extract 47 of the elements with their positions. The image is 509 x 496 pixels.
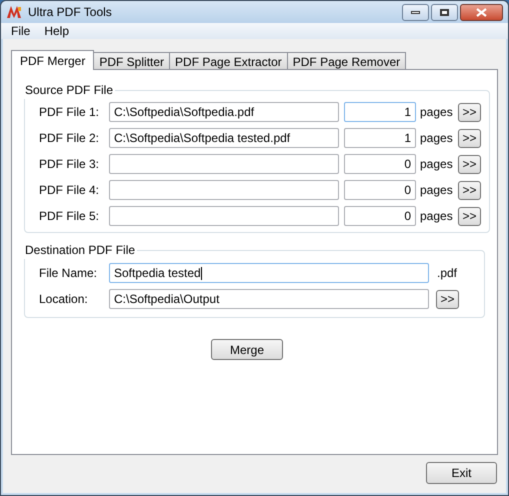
tab[interactable]: PDF Splitter — [93, 52, 170, 69]
field-label: PDF File 2: — [38, 130, 100, 147]
pages-label: pages — [420, 130, 454, 147]
field-label: PDF File 5: — [38, 208, 100, 225]
maximize-button[interactable] — [431, 4, 458, 20]
field-label: Location: — [38, 291, 89, 308]
page-count-field[interactable]: 1 — [344, 102, 416, 122]
field-label: File Name: — [38, 265, 98, 282]
close-button[interactable] — [460, 4, 503, 20]
location-field[interactable]: C:\Softpedia\Output — [109, 289, 429, 309]
browse-button[interactable]: >> — [458, 154, 481, 174]
pages-label: pages — [420, 182, 454, 199]
browse-button[interactable]: >> — [458, 206, 481, 226]
page-count-field[interactable]: 0 — [344, 154, 416, 174]
browse-button[interactable]: >> — [436, 290, 459, 308]
exit-button[interactable]: Exit — [426, 462, 497, 484]
file-path-field[interactable]: C:\Softpedia\Softpedia.pdf — [109, 102, 339, 122]
page-count-field[interactable]: 0 — [344, 206, 416, 226]
window-title: Ultra PDF Tools — [28, 4, 112, 21]
pages-label: pages — [420, 104, 454, 121]
field-label: PDF File 3: — [38, 156, 100, 173]
minimize-button[interactable] — [402, 4, 429, 20]
file-path-field[interactable] — [109, 206, 339, 226]
file-path-field[interactable] — [109, 180, 339, 200]
file-path-field[interactable]: C:\Softpedia\Softpedia tested.pdf — [109, 128, 339, 148]
field-label: PDF File 4: — [38, 182, 100, 199]
file-path-field[interactable] — [109, 154, 339, 174]
merge-button[interactable]: Merge — [211, 339, 283, 360]
group-title: Destination PDF File — [24, 242, 136, 259]
field-label: PDF File 1: — [38, 104, 100, 121]
tab[interactable]: PDF Page Remover — [286, 52, 406, 69]
close-icon — [476, 8, 487, 16]
browse-button[interactable]: >> — [458, 180, 481, 200]
tab[interactable]: PDF Page Extractor — [169, 52, 288, 69]
app-logo-icon — [6, 5, 22, 19]
tab[interactable]: PDF Merger — [11, 50, 94, 70]
extension-label: .pdf — [437, 265, 458, 282]
menu-item[interactable]: Help — [44, 22, 70, 40]
page-count-field[interactable]: 0 — [344, 180, 416, 200]
browse-button[interactable]: >> — [458, 102, 481, 122]
pages-label: pages — [420, 156, 454, 173]
pages-label: pages — [420, 208, 454, 225]
group-title: Source PDF File — [24, 82, 114, 99]
page-count-field[interactable]: 1 — [344, 128, 416, 148]
browse-button[interactable]: >> — [458, 128, 481, 148]
file-name-field[interactable]: Softpedia tested — [109, 263, 429, 283]
menu-item[interactable]: File — [11, 22, 30, 40]
